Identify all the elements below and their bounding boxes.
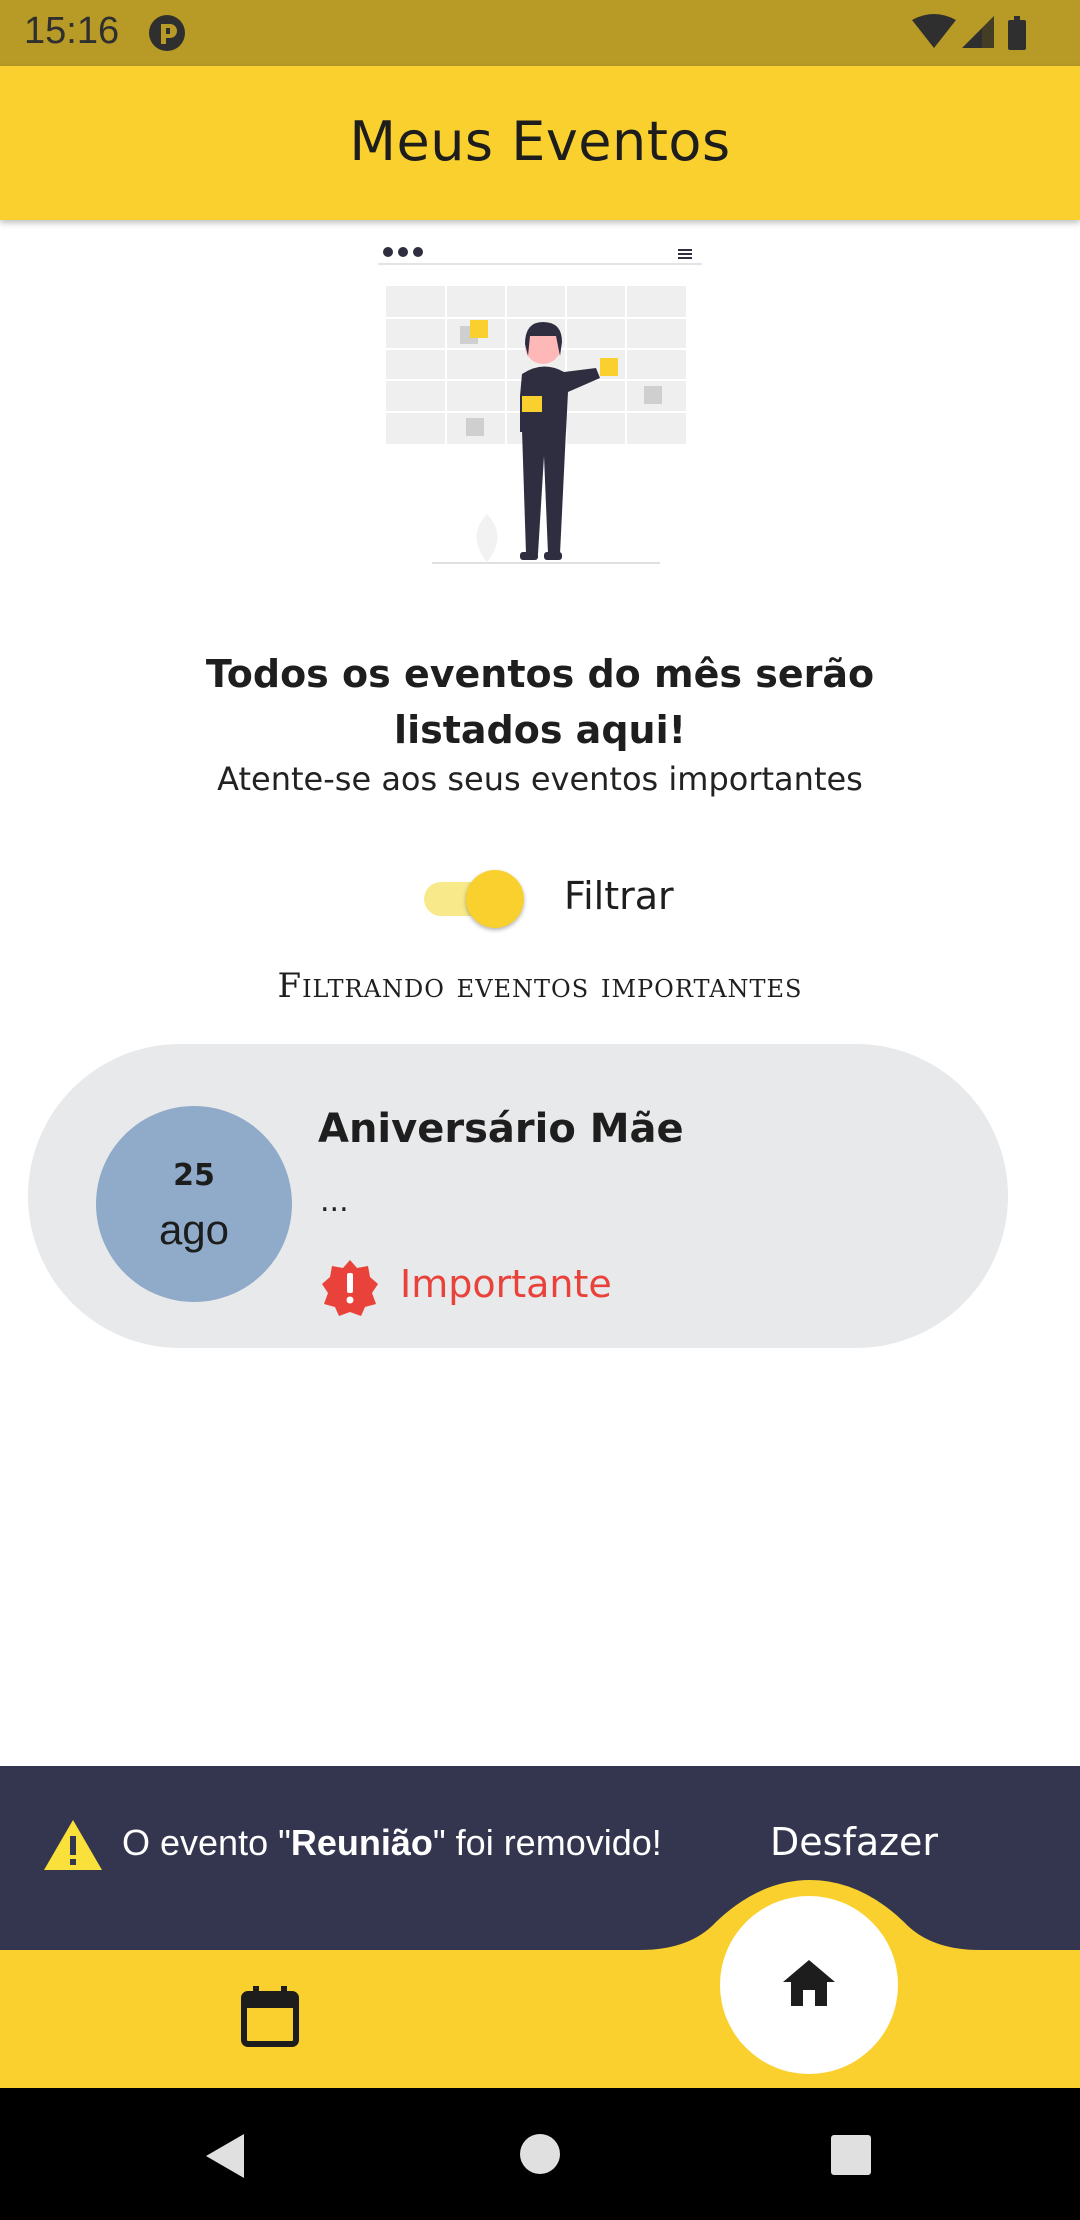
snackbar-message: O evento "Reunião" foi removido! (122, 1822, 662, 1863)
home-circle-icon[interactable] (518, 2132, 562, 2180)
event-day: 25 (173, 1158, 215, 1193)
status-icons (912, 14, 1062, 56)
toggle-thumb[interactable] (466, 870, 524, 928)
signal-icon (962, 16, 994, 48)
snackbar-event-name: Reunião (290, 1822, 433, 1863)
app-notification-icon (148, 14, 186, 56)
empty-state-subtitle: Atente-se aos seus eventos importantes (217, 760, 863, 798)
status-time: 15:16 (24, 10, 120, 52)
event-card[interactable]: 25 ago Aniversário Mãe ... Importante (28, 1044, 1008, 1348)
screen: 15:16 Meus Eventos Todos os eventos do m… (0, 0, 1080, 2220)
status-bar: 15:16 (0, 0, 1080, 66)
app-bar: Meus Eventos (0, 66, 1080, 220)
bottom-nav-notch (640, 1880, 980, 1960)
alert-badge-icon (320, 1258, 380, 1322)
calendar-illustration (370, 236, 710, 570)
bottom-nav (0, 1950, 1080, 2088)
event-title: Aniversário Mãe (318, 1106, 684, 1152)
filter-toggle[interactable] (420, 868, 526, 928)
event-date-badge: 25 ago (96, 1106, 292, 1302)
page-title: Meus Eventos (349, 110, 731, 173)
event-month: ago (158, 1206, 230, 1253)
undo-button[interactable]: Desfazer (770, 1820, 938, 1864)
calendar-icon[interactable] (240, 1986, 300, 2052)
back-icon[interactable] (204, 2132, 248, 2184)
filter-caption: Filtrando eventos importantes (277, 966, 803, 1006)
filter-label: Filtrar (564, 874, 674, 918)
home-nav-button[interactable] (720, 1896, 898, 2074)
event-tag: Importante (400, 1262, 612, 1306)
event-description: ... (320, 1184, 349, 1219)
battery-icon (1008, 16, 1026, 50)
home-icon (783, 1958, 835, 2012)
recents-icon[interactable] (830, 2134, 872, 2180)
empty-state-headline: Todos os eventos do mês serão listados a… (205, 652, 875, 752)
wifi-icon (912, 14, 956, 48)
system-nav-bar (0, 2088, 1080, 2220)
